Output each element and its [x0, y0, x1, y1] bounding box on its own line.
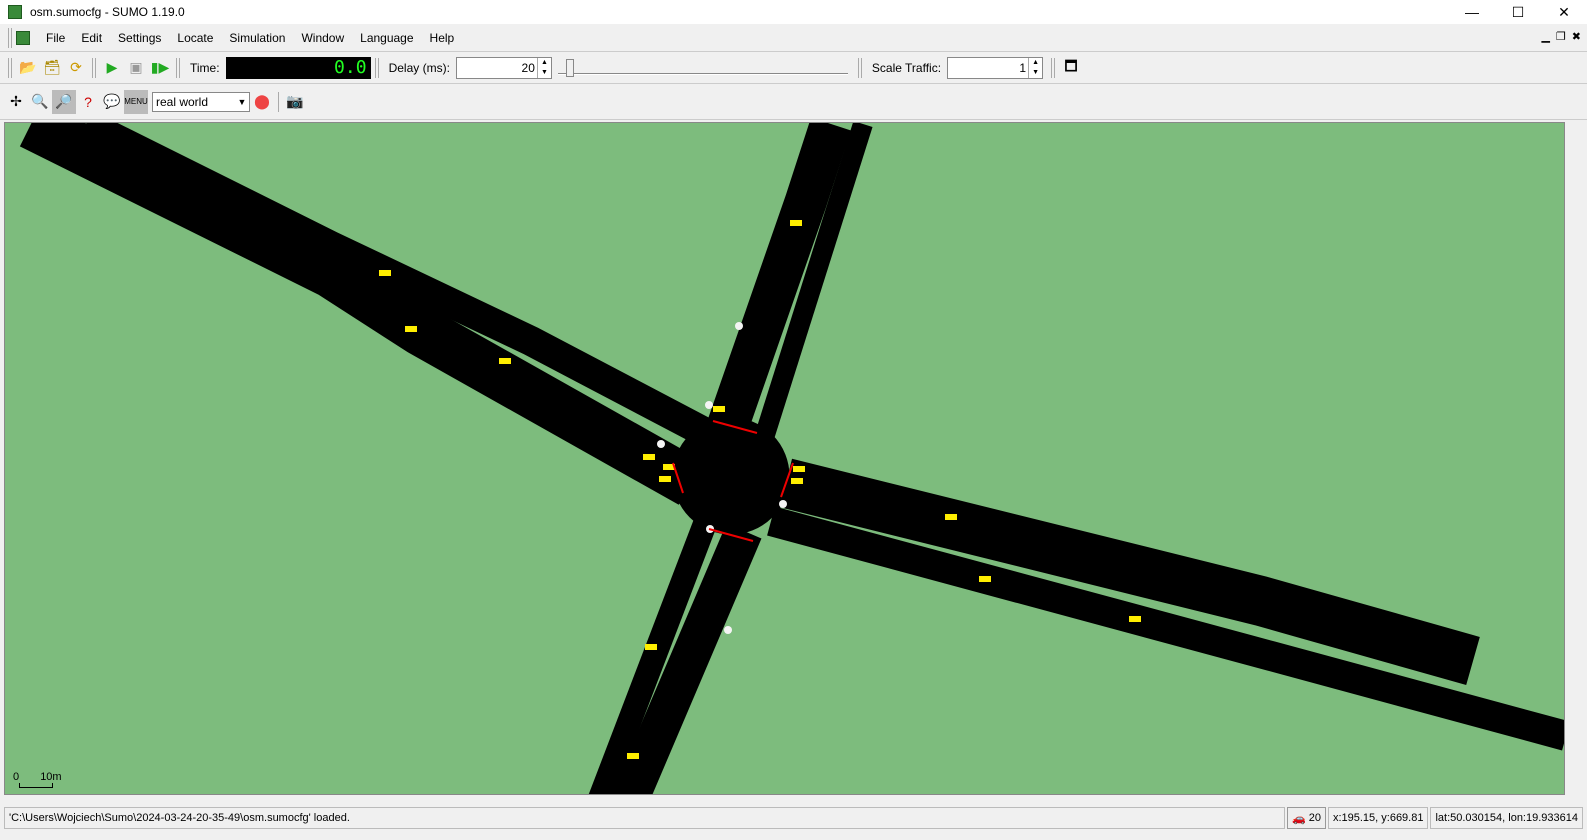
close-button[interactable]: ✕ — [1541, 0, 1587, 24]
delay-slider-thumb[interactable] — [565, 58, 574, 77]
toolbar-grip[interactable] — [92, 57, 96, 78]
status-message: 'C:\Users\Wojciech\Sumo\2024-03-24-20-35… — [4, 807, 1285, 829]
help-icon[interactable]: ? — [76, 90, 100, 114]
scheme-value: real world — [156, 94, 209, 109]
toolbar-grip[interactable] — [374, 57, 379, 78]
window-title: osm.sumocfg - SUMO 1.19.0 — [30, 5, 185, 19]
menu-edit[interactable]: Edit — [73, 31, 110, 45]
time-display: 0.0 — [225, 56, 371, 79]
scale-zero: 0 — [13, 771, 20, 783]
menu-language[interactable]: Language — [352, 31, 421, 45]
delay-input[interactable]: 20 ▲ ▼ — [455, 56, 552, 79]
screenshot-icon[interactable]: 📷 — [283, 90, 307, 114]
menu-file[interactable]: File — [38, 31, 73, 45]
vehicle-count-button[interactable]: 🚗 20 — [1287, 807, 1326, 829]
vehicle[interactable] — [643, 454, 655, 460]
vehicle[interactable] — [979, 576, 991, 582]
scale-traffic-value: 1 — [1019, 60, 1027, 75]
status-bar: 'C:\Users\Wojciech\Sumo\2024-03-24-20-35… — [0, 806, 1587, 830]
menu-locate[interactable]: Locate — [169, 31, 221, 45]
zoom-icon[interactable]: 🔍 — [28, 90, 52, 114]
delay-slider[interactable] — [557, 57, 848, 79]
open-folder-icon[interactable]: 📂 — [16, 56, 40, 80]
vehicle[interactable] — [1129, 616, 1141, 622]
mdi-minimize-button[interactable]: ▁ — [1541, 30, 1549, 43]
vehicle[interactable] — [791, 478, 803, 484]
menu-help[interactable]: Help — [422, 31, 463, 45]
scale-traffic-input[interactable]: 1 ▲ ▼ — [947, 56, 1044, 79]
vehicle[interactable] — [713, 406, 725, 412]
poi-marker[interactable] — [724, 626, 732, 634]
menu-icon[interactable]: MENU — [124, 89, 148, 114]
vehicle[interactable] — [499, 358, 511, 364]
sumo-menu-icon[interactable] — [16, 30, 30, 45]
scale-length: 10m — [40, 771, 62, 783]
open-network-icon[interactable]: 🗃 — [40, 56, 64, 80]
color-wheel-icon[interactable]: ⬤ — [250, 90, 274, 114]
delay-value: 20 — [521, 60, 535, 75]
poi-marker[interactable] — [779, 500, 787, 508]
vehicle[interactable] — [379, 270, 391, 276]
vehicle[interactable] — [793, 466, 805, 472]
recenter-icon[interactable]: ✢ — [4, 90, 28, 114]
vehicle[interactable] — [659, 476, 671, 482]
menu-window[interactable]: Window — [293, 31, 352, 45]
mdi-close-button[interactable]: ✖ — [1572, 30, 1581, 43]
road-network — [19, 123, 1564, 794]
poi-marker[interactable] — [657, 440, 665, 448]
toolbar-grip[interactable] — [176, 57, 180, 78]
toolbar-grip[interactable] — [8, 57, 12, 78]
vehicle[interactable] — [790, 220, 802, 226]
road-edge[interactable] — [19, 123, 704, 505]
menu-settings[interactable]: Settings — [110, 31, 169, 45]
reload-icon[interactable]: ⟳ — [64, 56, 88, 80]
sumo-app-icon — [8, 5, 22, 19]
poi-marker[interactable] — [705, 401, 713, 409]
minimize-button[interactable]: — — [1449, 0, 1495, 24]
view-toolbar: ✢ 🔍 🔎 ? 💬 MENU real world ▼ ⬤ 📷 — [0, 84, 1587, 120]
poi-marker[interactable] — [735, 322, 743, 330]
chevron-down-icon[interactable]: ▼ — [235, 97, 249, 107]
locate-icon[interactable]: 🔎 — [52, 89, 76, 114]
scale-bar: 0 10m — [13, 771, 62, 788]
toolbar-grip[interactable] — [8, 27, 12, 48]
menu-bar: File Edit Settings Locate Simulation Win… — [0, 24, 1587, 52]
new-view-icon[interactable]: 🗖 — [1059, 56, 1083, 80]
vehicle[interactable] — [645, 644, 657, 650]
tooltip-icon[interactable]: 💬 — [100, 90, 124, 114]
time-label: Time: — [190, 60, 220, 75]
step-icon[interactable]: ▮▶ — [148, 56, 172, 80]
play-icon[interactable]: ▶ — [100, 56, 124, 80]
scheme-select[interactable]: real world ▼ — [152, 91, 250, 112]
toolbar-grip[interactable] — [857, 57, 862, 78]
car-icon: 🚗 — [1292, 812, 1306, 825]
scale-traffic-spinner[interactable]: ▲ ▼ — [1028, 57, 1042, 78]
delay-spinner[interactable]: ▲ ▼ — [536, 57, 551, 78]
stop-icon[interactable]: ▣ — [124, 56, 148, 80]
vehicle[interactable] — [945, 514, 957, 520]
vehicle[interactable] — [405, 326, 417, 332]
cursor-coordinates: x:195.15, y:669.81 — [1327, 807, 1429, 829]
main-toolbar: 📂 🗃 ⟳ ▶ ▣ ▮▶ Time: 0.0 Delay (ms): 20 ▲ ▼ … — [0, 52, 1587, 84]
delay-label: Delay (ms): — [388, 60, 450, 75]
menu-simulation[interactable]: Simulation — [221, 31, 293, 45]
network-canvas[interactable]: 0 10m — [4, 122, 1565, 795]
geo-coordinates: lat:50.030154, lon:19.933614 — [1430, 807, 1583, 829]
road-edge[interactable] — [779, 458, 1480, 686]
title-bar: osm.sumocfg - SUMO 1.19.0 — ☐ ✕ — [0, 0, 1587, 24]
junction[interactable] — [672, 417, 790, 535]
maximize-button[interactable]: ☐ — [1495, 0, 1541, 24]
vehicle[interactable] — [627, 753, 639, 759]
vehicle-count: 20 — [1308, 812, 1321, 824]
scale-traffic-label: Scale Traffic: — [871, 60, 942, 75]
toolbar-grip[interactable] — [1051, 57, 1056, 78]
mdi-restore-button[interactable]: ❐ — [1556, 30, 1566, 43]
